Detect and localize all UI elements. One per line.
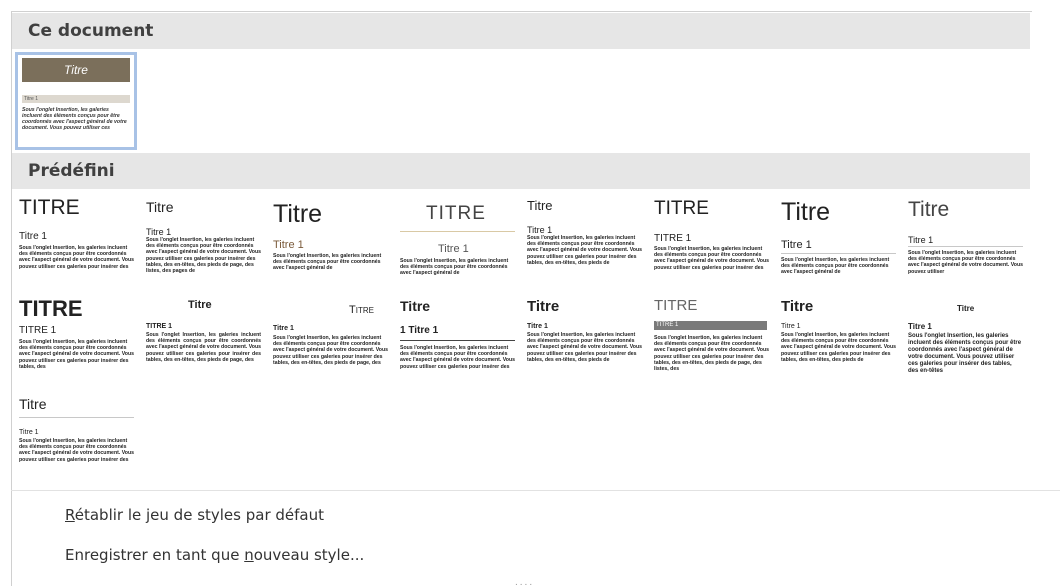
thumb-body: Sous l'onglet Insertion, les galeries in… (527, 332, 643, 363)
thumb-heading: Titre 1 (781, 323, 801, 330)
thumb-body: Sous l'onglet Insertion, les galeries in… (146, 332, 262, 363)
thumb-title: Titre (781, 198, 831, 226)
thumb-body: Sous l'onglet Insertion, les galeries in… (273, 253, 382, 272)
thumb-heading: Titre 1 (527, 323, 548, 330)
menu-accelerator: R (65, 506, 75, 524)
style-thumbnail-current[interactable]: Titre Titre 1 Sous l'onglet Insertion, l… (15, 52, 137, 150)
save-as-new-style-menu-item[interactable]: Enregistrer en tant que nouveau style... (65, 546, 364, 564)
thumb-body: Sous l'onglet Insertion, les galeries in… (19, 339, 135, 370)
thumb-body: Sous l'onglet Insertion, les galeries in… (527, 235, 643, 266)
menu-label: Enregistrer en tant que (65, 546, 245, 564)
thumb-body: Sous l'onglet Insertion, les galeries in… (654, 335, 770, 373)
menu-accelerator: n (244, 546, 254, 564)
thumb-body: Sous l'onglet Insertion, les galeries in… (908, 250, 1024, 275)
thumb-body: Sous l'onglet Insertion, les galeries in… (781, 332, 897, 363)
thumb-body: Sous l'onglet Insertion, les galeries in… (400, 258, 509, 277)
thumb-title: Titre (273, 200, 323, 228)
style-thumbnail[interactable]: Titre Titre 1 Sous l'onglet Insertion, l… (269, 295, 394, 390)
menu-label: ouveau style... (253, 546, 365, 564)
menu-separator (11, 490, 1060, 491)
style-thumbnail[interactable]: Titre Titre 1 Sous l'onglet Insertion, l… (777, 195, 902, 290)
thumb-heading: TITRE 1 (146, 323, 173, 330)
thumb-body: Sous l'onglet Insertion, les galeries in… (781, 257, 890, 276)
thumb-title: Titre (957, 304, 975, 313)
thumb-title: TITRE (426, 203, 486, 224)
gallery-scrollbar[interactable] (1033, 0, 1060, 480)
thumb-heading: Titre 1 (19, 429, 39, 436)
style-thumbnail[interactable]: Titre Titre 1 Sous l'onglet Insertion, l… (15, 393, 140, 488)
thumb-title: Titre (908, 198, 950, 221)
style-thumbnail[interactable]: Titre 1 Titre 1 Sous l'onglet Insertion,… (396, 295, 521, 390)
thumb-body: Sous l'onglet Insertion, les galeries in… (273, 335, 389, 366)
style-thumbnail[interactable]: TITRE Titre 1 Sous l'onglet Insertion, l… (396, 195, 521, 290)
style-thumbnail[interactable]: TITRE TITRE 1 Sous l'onglet Insertion, l… (650, 195, 775, 290)
thumb-heading: Titre 1 (438, 243, 469, 255)
thumb-body: Sous l'onglet Insertion, les galeries in… (19, 438, 135, 463)
reset-style-set-menu-item[interactable]: Rétablir le jeu de styles par défaut (65, 506, 324, 524)
thumb-title: Titre (400, 298, 431, 314)
thumb-title: Titre (22, 58, 130, 82)
thumb-heading: 1 Titre 1 (400, 325, 439, 336)
thumb-title: Titre (781, 298, 814, 315)
style-thumbnail[interactable]: TITRE TITRE 1 Sous l'onglet Insertion, l… (15, 295, 140, 390)
style-thumbnail[interactable]: Titre Titre 1 Sous l'onglet Insertion, l… (777, 295, 902, 390)
thumb-title: TITRE (654, 297, 698, 314)
section-header-predefined: Prédéfini (12, 153, 1030, 189)
style-thumbnail[interactable]: Titre Titre 1 Sous l'onglet Insertion, l… (904, 195, 1029, 290)
thumb-rule (908, 246, 1023, 247)
thumb-rule (19, 417, 134, 418)
thumb-heading: TITRE 1 (654, 233, 692, 244)
style-thumbnail[interactable]: Titre Titre 1 Sous l'onglet Insertion, l… (523, 195, 648, 290)
thumb-rule (400, 231, 515, 232)
thumb-heading: Titre 1 (19, 231, 47, 242)
thumb-heading: Titre 1 (146, 227, 172, 237)
thumb-body: Sous l'onglet Insertion, les galeries in… (654, 246, 770, 271)
thumb-title: Titre (349, 304, 374, 316)
thumb-title: Titre (146, 199, 174, 215)
thumb-body: Sous l'onglet Insertion, les galeries in… (22, 107, 127, 131)
thumb-heading: Titre 1 (908, 322, 932, 331)
thumb-heading: Titre 1 (273, 325, 294, 332)
thumb-title: TITRE (19, 296, 83, 321)
thumb-title: TITRE (654, 198, 709, 219)
style-thumbnail[interactable]: Titre Titre 1 Sous l'onglet Insertion, l… (904, 295, 1029, 390)
style-thumbnail[interactable]: Titre Titre 1 Sous l'onglet Insertion, l… (523, 295, 648, 390)
thumb-heading: TITRE 1 (19, 325, 57, 336)
thumb-title: Titre (527, 198, 553, 213)
thumb-heading: TITRE 1 (654, 321, 767, 330)
style-thumbnail[interactable]: TITRE TITRE 1 Sous l'onglet Insertion, l… (650, 295, 775, 390)
style-thumbnail[interactable]: Titre TITRE 1 Sous l'onglet Insertion, l… (142, 295, 267, 390)
style-thumbnail[interactable]: Titre Titre 1 Sous l'onglet Insertion, l… (269, 195, 394, 290)
thumb-heading: Titre 1 (273, 239, 304, 251)
thumb-rule (781, 253, 896, 254)
thumb-body: Sous l'onglet Insertion, les galeries in… (908, 333, 1022, 374)
thumb-body: Sous l'onglet Insertion, les galeries in… (19, 245, 135, 270)
style-thumbnail[interactable]: TITRE Titre 1 Sous l'onglet Insertion, l… (15, 195, 140, 290)
section-header-current: Ce document (12, 13, 1030, 49)
thumb-heading: Titre 1 (527, 225, 553, 235)
thumb-body: Sous l'onglet Insertion, les galeries in… (400, 345, 516, 370)
thumb-title: Titre (527, 298, 560, 315)
style-thumbnail[interactable]: Titre Titre 1 Sous l'onglet Insertion, l… (142, 195, 267, 290)
menu-label: établir le jeu de styles par défaut (74, 506, 325, 524)
thumb-heading: Titre 1 (781, 239, 812, 251)
thumb-title: TITRE (19, 196, 80, 219)
thumb-title: Titre (188, 299, 212, 311)
thumb-heading: Titre 1 (908, 235, 934, 245)
resize-grip[interactable]: .... (515, 577, 534, 588)
thumb-title: Titre (19, 396, 47, 412)
thumb-body: Sous l'onglet Insertion, les galeries in… (146, 237, 262, 275)
thumb-rule (400, 340, 515, 341)
thumb-heading: Titre 1 (22, 95, 130, 103)
